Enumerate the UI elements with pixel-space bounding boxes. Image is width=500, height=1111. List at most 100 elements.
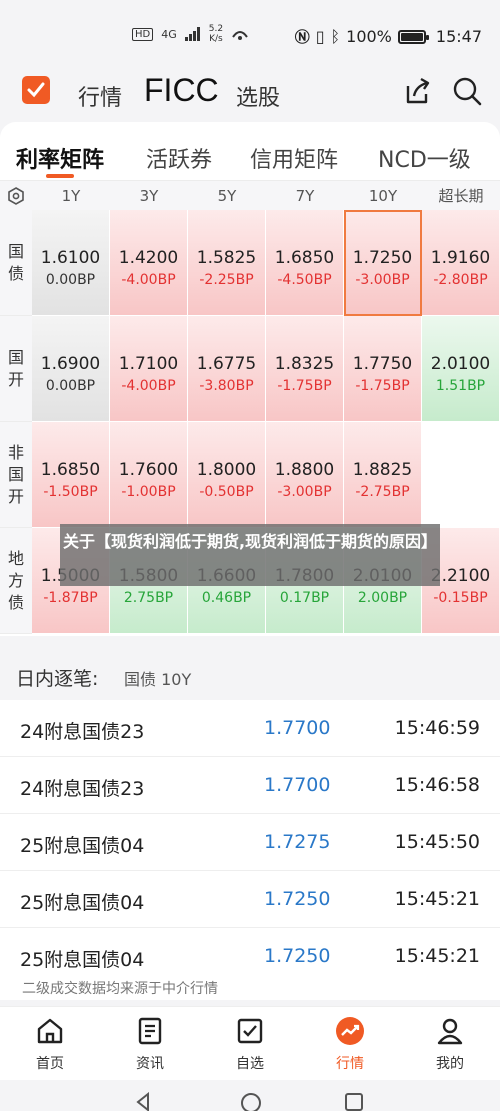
yield-change: -4.50BP bbox=[277, 272, 332, 288]
row-label[interactable]: 非国开 bbox=[0, 422, 32, 528]
table-row[interactable]: 25附息国债04 1.7250 15:45:21 bbox=[0, 871, 500, 928]
nav-home[interactable]: 首页 bbox=[10, 1015, 90, 1073]
matrix-cell-ultra-long[interactable]: 2.0100 1.51BP bbox=[422, 316, 500, 422]
table-row[interactable]: 25附息国债04 1.7275 15:45:50 bbox=[0, 814, 500, 871]
app-logo-icon[interactable] bbox=[22, 76, 50, 104]
home-circle-icon[interactable] bbox=[240, 1092, 262, 1111]
app-header: 行情 FICC 选股 bbox=[0, 62, 500, 120]
matrix-cell-5y[interactable]: 1.5825 -2.25BP bbox=[188, 210, 266, 316]
news-icon bbox=[138, 1017, 162, 1045]
intraday-title: 日内逐笔: bbox=[16, 668, 99, 690]
trade-list: 24附息国债23 1.7700 15:46:59 24附息国债23 1.7700… bbox=[0, 700, 500, 1000]
subtab-credit-matrix[interactable]: 信用矩阵 bbox=[250, 142, 338, 174]
column-header-5y[interactable]: 5Y bbox=[188, 181, 266, 211]
matrix-cell-5y[interactable]: 1.6775 -3.80BP bbox=[188, 316, 266, 422]
yield-change: -2.80BP bbox=[433, 272, 488, 288]
matrix-cell-10y[interactable]: 1.7750 -1.75BP bbox=[344, 316, 422, 422]
column-header-1y[interactable]: 1Y bbox=[32, 181, 110, 211]
user-icon bbox=[437, 1018, 463, 1045]
yield-change: -2.75BP bbox=[355, 484, 410, 500]
yield-change: -0.15BP bbox=[433, 590, 488, 606]
signal-icon bbox=[184, 27, 200, 41]
trade-price: 1.7250 bbox=[264, 945, 331, 967]
matrix-cell-1y[interactable]: 1.6100 0.00BP bbox=[32, 210, 110, 316]
column-header-3y[interactable]: 3Y bbox=[110, 181, 188, 211]
yield-value: 2.0100 bbox=[430, 354, 491, 374]
matrix-cell-3y[interactable]: 1.7600 -1.00BP bbox=[110, 422, 188, 528]
intraday-subtitle: 国债 10Y bbox=[124, 670, 192, 689]
yield-value: 1.6775 bbox=[196, 354, 257, 374]
nav-watchlist[interactable]: 自选 bbox=[210, 1015, 290, 1073]
matrix-cell-ultra-long[interactable]: 1.9160 -2.80BP bbox=[422, 210, 500, 316]
yield-value: 1.7250 bbox=[352, 248, 413, 268]
recents-icon[interactable] bbox=[344, 1092, 364, 1111]
yield-value: 1.8325 bbox=[274, 354, 335, 374]
nav-news[interactable]: 资讯 bbox=[110, 1015, 190, 1073]
table-row[interactable]: 24附息国债23 1.7700 15:46:58 bbox=[0, 757, 500, 814]
yield-value: 1.4200 bbox=[118, 248, 179, 268]
column-header-ultra-long[interactable]: 超长期 bbox=[422, 181, 500, 211]
column-header-10y[interactable]: 10Y bbox=[344, 181, 422, 211]
yield-change: -0.50BP bbox=[199, 484, 254, 500]
yield-change: -1.87BP bbox=[43, 590, 98, 606]
yield-change: 2.75BP bbox=[123, 590, 174, 606]
tab-ficc[interactable]: FICC bbox=[144, 72, 219, 109]
subtab-bar: 利率矩阵 活跃券 信用矩阵 NCD一级 bbox=[0, 122, 500, 180]
system-nav-bar bbox=[0, 1080, 500, 1111]
matrix-cell-10y[interactable]: 1.8825 -2.75BP bbox=[344, 422, 422, 528]
trade-price: 1.7275 bbox=[264, 831, 331, 853]
yield-value: 1.6850 bbox=[40, 460, 101, 480]
trade-bond-name: 25附息国债04 bbox=[20, 892, 145, 914]
hd-icon: HD bbox=[132, 27, 154, 41]
matrix-cell-3y[interactable]: 1.4200 -4.00BP bbox=[110, 210, 188, 316]
yield-change: 0.00BP bbox=[45, 272, 96, 288]
matrix-cell-10y[interactable]: 1.7250 -3.00BP bbox=[344, 210, 422, 316]
trade-price: 1.7700 bbox=[264, 774, 331, 796]
subtab-indicator bbox=[46, 174, 74, 178]
yield-change: -2.25BP bbox=[199, 272, 254, 288]
trade-bond-name: 25附息国债04 bbox=[20, 949, 145, 971]
trend-chart-icon bbox=[336, 1017, 364, 1045]
table-row[interactable]: 24附息国债23 1.7700 15:46:59 bbox=[0, 700, 500, 757]
yield-value: 1.5825 bbox=[196, 248, 257, 268]
network-type: 4G bbox=[161, 27, 177, 41]
share-icon[interactable] bbox=[400, 74, 434, 108]
nfc-icon: Ⓝ bbox=[294, 28, 310, 46]
tab-market[interactable]: 行情 bbox=[78, 80, 122, 112]
matrix-cell-1y[interactable]: 1.6900 0.00BP bbox=[32, 316, 110, 422]
search-icon[interactable] bbox=[450, 74, 484, 108]
tab-stock-picker[interactable]: 选股 bbox=[236, 80, 280, 112]
yield-value: 1.6100 bbox=[40, 248, 101, 268]
matrix-cell-7y[interactable]: 1.8800 -3.00BP bbox=[266, 422, 344, 528]
yield-change: -3.80BP bbox=[199, 378, 254, 394]
matrix-cell-5y[interactable]: 1.8000 -0.50BP bbox=[188, 422, 266, 528]
settings-gear-icon[interactable] bbox=[0, 181, 32, 211]
yield-value: 1.8000 bbox=[196, 460, 257, 480]
table-row[interactable]: 25附息国债04 1.7250 15:45:21 bbox=[0, 928, 500, 985]
column-header-7y[interactable]: 7Y bbox=[266, 181, 344, 211]
matrix-cell-7y[interactable]: 1.6850 -4.50BP bbox=[266, 210, 344, 316]
overlay-caption: 关于【现货利润低于期货,现货利润低于期货的原因】 bbox=[60, 524, 440, 586]
row-label[interactable]: 国开 bbox=[0, 316, 32, 422]
yield-change: -4.00BP bbox=[121, 378, 176, 394]
matrix-cell-ultra-long[interactable] bbox=[422, 422, 500, 528]
yield-change: 0.46BP bbox=[201, 590, 252, 606]
checkbox-icon bbox=[237, 1018, 263, 1044]
row-label[interactable]: 地方债 bbox=[0, 528, 32, 634]
nav-profile[interactable]: 我的 bbox=[410, 1015, 490, 1073]
back-icon[interactable] bbox=[134, 1092, 154, 1111]
matrix-cell-7y[interactable]: 1.8325 -1.75BP bbox=[266, 316, 344, 422]
subtab-rate-matrix[interactable]: 利率矩阵 bbox=[16, 142, 104, 174]
yield-change: -1.75BP bbox=[355, 378, 410, 394]
yield-value: 1.6900 bbox=[40, 354, 101, 374]
subtab-ncd[interactable]: NCD一级 bbox=[378, 142, 471, 174]
trade-time: 15:45:21 bbox=[394, 945, 480, 967]
matrix-cell-1y[interactable]: 1.6850 -1.50BP bbox=[32, 422, 110, 528]
nav-market[interactable]: 行情 bbox=[310, 1015, 390, 1073]
subtab-active-bonds[interactable]: 活跃券 bbox=[146, 142, 212, 174]
bottom-nav: 首页 资讯 自选 行情 我的 bbox=[0, 1006, 500, 1080]
yield-change: -3.00BP bbox=[277, 484, 332, 500]
row-label[interactable]: 国债 bbox=[0, 210, 32, 316]
matrix-cell-3y[interactable]: 1.7100 -4.00BP bbox=[110, 316, 188, 422]
trade-bond-name: 24附息国债23 bbox=[20, 778, 145, 800]
